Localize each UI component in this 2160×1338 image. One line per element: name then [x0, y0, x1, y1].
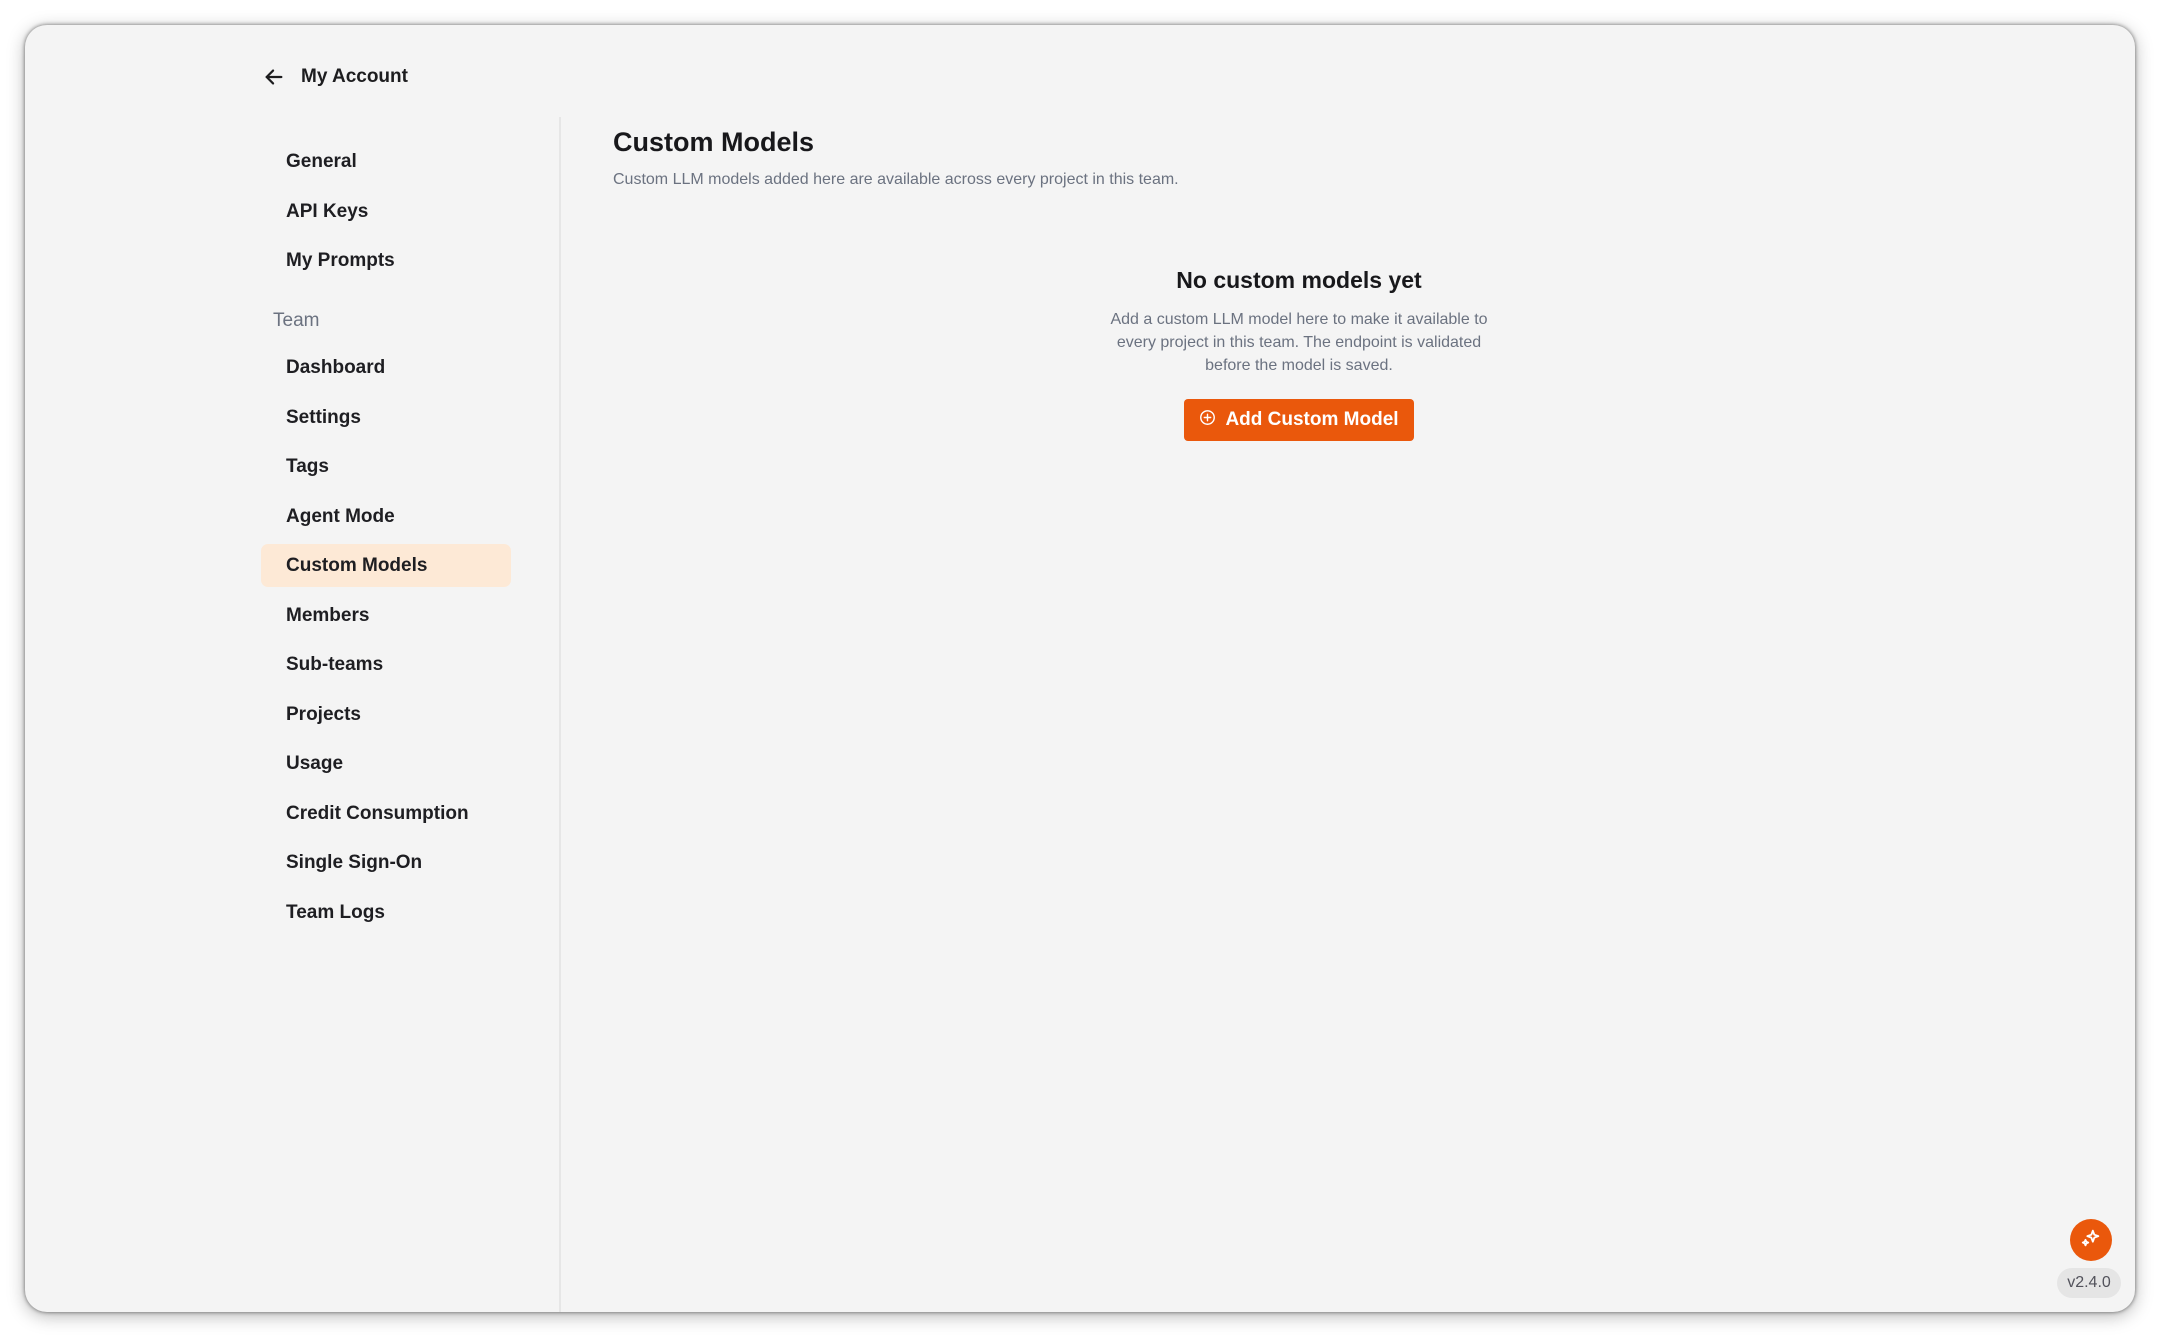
sidebar-item-sub-teams[interactable]: Sub-teams	[261, 643, 511, 686]
sparkles-icon	[2080, 1227, 2102, 1254]
arrow-left-icon	[263, 66, 285, 88]
plus-circle-icon	[1199, 409, 1225, 432]
settings-sidebar: General API Keys My Prompts Team Dashboa…	[261, 140, 535, 940]
sidebar-item-agent-mode[interactable]: Agent Mode	[261, 495, 511, 538]
empty-state: No custom models yet Add a custom LLM mo…	[1079, 267, 1519, 441]
sidebar-item-credit-consumption[interactable]: Credit Consumption	[261, 792, 511, 835]
sidebar-item-tags[interactable]: Tags	[261, 445, 511, 488]
sidebar-item-members[interactable]: Members	[261, 594, 511, 637]
app-window: My Account General API Keys My Prompts T…	[25, 25, 2135, 1312]
sidebar-divider	[559, 117, 561, 1312]
sidebar-item-settings[interactable]: Settings	[261, 396, 511, 439]
sidebar-section-team: Team	[273, 310, 320, 331]
sidebar-item-projects[interactable]: Projects	[261, 693, 511, 736]
sidebar-item-dashboard[interactable]: Dashboard	[261, 346, 511, 389]
sidebar-item-single-sign-on[interactable]: Single Sign-On	[261, 841, 511, 884]
empty-state-description: Add a custom LLM model here to make it a…	[1110, 311, 1488, 374]
back-label: My Account	[301, 66, 408, 87]
sidebar-item-custom-models[interactable]: Custom Models	[261, 544, 511, 587]
sidebar-item-my-prompts[interactable]: My Prompts	[261, 239, 511, 282]
sidebar-item-team-logs[interactable]: Team Logs	[261, 891, 511, 934]
page-title: Custom Models	[613, 127, 815, 157]
page-subtitle: Custom LLM models added here are availab…	[613, 171, 1179, 188]
sidebar-item-api-keys[interactable]: API Keys	[261, 190, 511, 233]
empty-state-title: No custom models yet	[1176, 267, 1422, 293]
sidebar-item-usage[interactable]: Usage	[261, 742, 511, 785]
version-badge: v2.4.0	[2057, 1268, 2121, 1298]
sidebar-item-general[interactable]: General	[261, 140, 511, 183]
assistant-button[interactable]	[2070, 1219, 2112, 1261]
back-to-my-account[interactable]: My Account	[263, 57, 408, 97]
add-custom-model-button[interactable]: Add Custom Model	[1184, 399, 1414, 441]
add-custom-model-label: Add Custom Model	[1225, 409, 1399, 430]
